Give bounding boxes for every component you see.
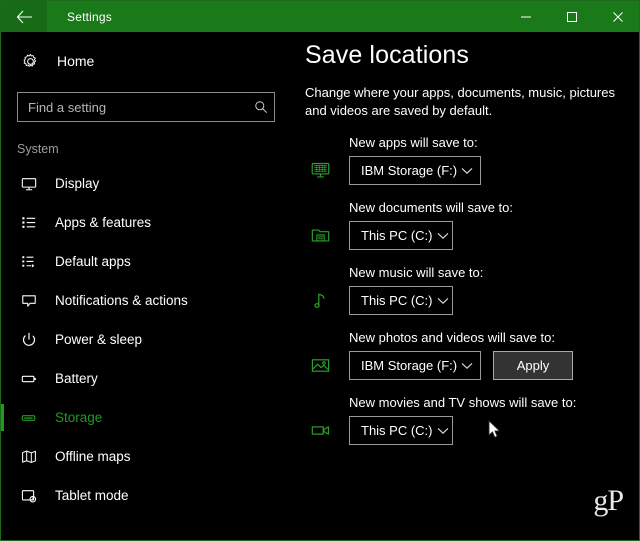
sidebar-item-home[interactable]: Home [1,44,291,78]
selection-accent-bar [1,482,4,509]
sidebar-section-title: System [17,142,59,156]
selection-accent-bar [1,326,4,353]
apply-button[interactable]: Apply [493,351,573,380]
save-location-group-documents: New documents will save to: This PC (C:) [305,200,639,250]
apps-save-location-dropdown[interactable]: IBM Storage (F:) [349,156,481,185]
save-location-label: New music will save to: [349,265,484,280]
search-icon[interactable] [254,100,268,114]
save-location-group-music: New music will save to: This PC (C:) [305,265,639,315]
dropdown-value: IBM Storage (F:) [361,163,458,178]
save-location-label: New documents will save to: [349,200,514,215]
sidebar-item-label: Notifications & actions [55,293,188,308]
chevron-down-icon [437,297,449,305]
selection-accent-bar [1,404,4,431]
sidebar-item-label: Display [55,176,100,191]
maximize-button[interactable] [549,1,595,32]
sidebar-item-apps-features[interactable]: Apps & features [1,203,291,242]
chevron-down-icon [461,167,473,175]
settings-window: Settings Home Find a setting System Disp… [0,0,640,541]
selection-accent-bar [1,365,4,392]
minimize-button[interactable] [503,1,549,32]
sidebar-item-display[interactable]: Display [1,164,291,203]
photos-videos-save-location-dropdown[interactable]: IBM Storage (F:) [349,351,481,380]
page-title: Save locations [305,41,469,69]
save-location-row: IBM Storage (F:) [305,156,639,185]
back-arrow-icon [16,10,33,24]
sidebar-item-label: Power & sleep [55,332,143,347]
chevron-down-icon [461,362,473,370]
storage-icon [17,410,41,426]
selection-accent-bar [1,287,4,314]
titlebar-spacer [112,1,503,32]
save-location-group-apps: New apps will save to: IBM Storage (F:) [305,135,639,185]
save-location-row: This PC (C:) [305,221,639,250]
watermark: gP [593,484,624,517]
gear-icon [17,53,43,70]
sidebar-item-label: Battery [55,371,98,386]
page-description: Change where your apps, documents, music… [305,85,615,118]
sidebar-item-label: Tablet mode [55,488,129,503]
sidebar-home-label: Home [57,53,95,69]
window-title: Settings [67,9,112,24]
main-content: Save locations Change where your apps, d… [291,32,639,540]
sidebar-item-label: Offline maps [55,449,131,464]
music-save-location-dropdown[interactable]: This PC (C:) [349,286,453,315]
chevron-down-icon [437,232,449,240]
dropdown-value: This PC (C:) [361,228,433,243]
dropdown-value: IBM Storage (F:) [361,358,458,373]
selection-accent-bar [1,170,4,197]
search-input[interactable] [28,99,254,115]
store-app-icon [305,158,335,184]
title-bar: Settings [1,1,639,32]
video-camera-icon [305,418,335,444]
save-location-group-movies-tv: New movies and TV shows will save to: Th… [305,395,639,445]
sidebar-item-battery[interactable]: Battery [1,359,291,398]
sidebar-item-notifications-actions[interactable]: Notifications & actions [1,281,291,320]
power-icon [17,332,41,348]
dropdown-value: This PC (C:) [361,293,433,308]
documents-folder-icon [305,223,335,249]
selection-accent-bar [1,248,4,275]
sidebar-item-default-apps[interactable]: Default apps [1,242,291,281]
save-location-label: New photos and videos will save to: [349,330,555,345]
music-note-icon [305,288,335,314]
map-icon [17,449,41,465]
sidebar-item-label: Default apps [55,254,131,269]
close-button[interactable] [595,1,639,32]
search-box[interactable] [17,92,275,122]
movies-tv-save-location-dropdown[interactable]: This PC (C:) [349,416,453,445]
back-button[interactable] [1,1,47,32]
selection-accent-bar [1,209,4,236]
sidebar-nav-list: Display Apps & features Default apps Not… [1,164,291,515]
sidebar-item-power-sleep[interactable]: Power & sleep [1,320,291,359]
monitor-icon [17,176,41,192]
save-location-label: New apps will save to: [349,135,478,150]
tablet-icon [17,488,41,504]
save-location-row: IBM Storage (F:) Apply [305,351,639,380]
sidebar-item-storage[interactable]: Storage [1,398,291,437]
save-location-row: This PC (C:) [305,416,639,445]
sidebar: Home System Display [1,32,291,540]
picture-icon [305,353,335,379]
sidebar-item-label: Storage [55,410,103,425]
documents-save-location-dropdown[interactable]: This PC (C:) [349,221,453,250]
list-icon [17,215,41,231]
save-location-label: New movies and TV shows will save to: [349,395,577,410]
save-location-group-photos-videos: New photos and videos will save to: IBM … [305,330,639,380]
chevron-down-icon [437,427,449,435]
list-arrow-icon [17,254,41,270]
selection-accent-bar [1,443,4,470]
sidebar-item-offline-maps[interactable]: Offline maps [1,437,291,476]
save-location-row: This PC (C:) [305,286,639,315]
dropdown-value: This PC (C:) [361,423,433,438]
battery-icon [17,371,41,387]
sidebar-item-tablet-mode[interactable]: Tablet mode [1,476,291,515]
sidebar-item-label: Apps & features [55,215,152,230]
speech-bubble-icon [17,293,41,309]
